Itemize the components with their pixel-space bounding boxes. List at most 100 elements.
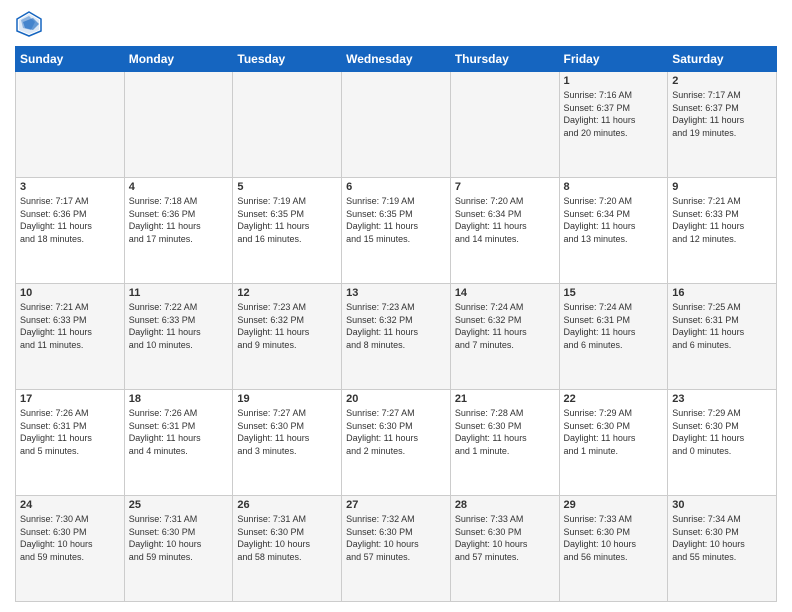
calendar-cell — [450, 72, 559, 178]
calendar-cell: 15 Sunrise: 7:24 AM Sunset: 6:31 PM Dayli… — [559, 284, 668, 390]
day-info: Sunrise: 7:16 AM Sunset: 6:37 PM Dayligh… — [564, 89, 664, 139]
calendar-cell: 20 Sunrise: 7:27 AM Sunset: 6:30 PM Dayli… — [342, 390, 451, 496]
day-number: 28 — [455, 499, 555, 511]
logo — [15, 10, 47, 38]
calendar-cell: 6 Sunrise: 7:19 AM Sunset: 6:35 PM Daylig… — [342, 178, 451, 284]
calendar-cell: 28 Sunrise: 7:33 AM Sunset: 6:30 PM Dayli… — [450, 496, 559, 602]
day-info: Sunrise: 7:29 AM Sunset: 6:30 PM Dayligh… — [564, 407, 664, 457]
calendar-header-monday: Monday — [124, 47, 233, 72]
day-info: Sunrise: 7:31 AM Sunset: 6:30 PM Dayligh… — [129, 513, 229, 563]
calendar-cell: 24Sunrise: 7:30 AM Sunset: 6:30 PM Dayli… — [16, 496, 125, 602]
calendar-cell: 30 Sunrise: 7:34 AM Sunset: 6:30 PM Dayli… — [668, 496, 777, 602]
calendar-week-1: 1 Sunrise: 7:16 AM Sunset: 6:37 PM Daylig… — [16, 72, 777, 178]
calendar-cell: 22Sunrise: 7:29 AM Sunset: 6:30 PM Dayli… — [559, 390, 668, 496]
calendar-cell: 18 Sunrise: 7:26 AM Sunset: 6:31 PM Dayli… — [124, 390, 233, 496]
calendar-cell: 26 Sunrise: 7:31 AM Sunset: 6:30 PM Dayli… — [233, 496, 342, 602]
day-number: 19 — [237, 393, 337, 405]
day-number: 8 — [564, 181, 664, 193]
day-number: 30 — [672, 499, 772, 511]
day-number: 12 — [237, 287, 337, 299]
day-number: 23 — [672, 393, 772, 405]
day-number: 27 — [346, 499, 446, 511]
calendar-cell: 16 Sunrise: 7:25 AM Sunset: 6:31 PM Dayli… — [668, 284, 777, 390]
calendar-cell: 12 Sunrise: 7:23 AM Sunset: 6:32 PM Dayli… — [233, 284, 342, 390]
calendar-cell: 27 Sunrise: 7:32 AM Sunset: 6:30 PM Dayli… — [342, 496, 451, 602]
calendar-cell: 9Sunrise: 7:21 AM Sunset: 6:33 PM Daylig… — [668, 178, 777, 284]
day-info: Sunrise: 7:32 AM Sunset: 6:30 PM Dayligh… — [346, 513, 446, 563]
calendar-cell — [233, 72, 342, 178]
calendar-cell — [342, 72, 451, 178]
day-info: Sunrise: 7:33 AM Sunset: 6:30 PM Dayligh… — [564, 513, 664, 563]
calendar-cell: 1 Sunrise: 7:16 AM Sunset: 6:37 PM Daylig… — [559, 72, 668, 178]
day-info: Sunrise: 7:21 AM Sunset: 6:33 PM Dayligh… — [20, 301, 120, 351]
calendar-cell: 4Sunrise: 7:18 AM Sunset: 6:36 PM Daylig… — [124, 178, 233, 284]
calendar-cell: 7 Sunrise: 7:20 AM Sunset: 6:34 PM Daylig… — [450, 178, 559, 284]
day-number: 14 — [455, 287, 555, 299]
calendar-cell: 19 Sunrise: 7:27 AM Sunset: 6:30 PM Dayli… — [233, 390, 342, 496]
day-info: Sunrise: 7:31 AM Sunset: 6:30 PM Dayligh… — [237, 513, 337, 563]
day-info: Sunrise: 7:17 AM Sunset: 6:37 PM Dayligh… — [672, 89, 772, 139]
day-info: Sunrise: 7:27 AM Sunset: 6:30 PM Dayligh… — [346, 407, 446, 457]
day-info: Sunrise: 7:26 AM Sunset: 6:31 PM Dayligh… — [129, 407, 229, 457]
day-number: 5 — [237, 181, 337, 193]
calendar-cell: 3 Sunrise: 7:17 AM Sunset: 6:36 PM Daylig… — [16, 178, 125, 284]
day-info: Sunrise: 7:20 AM Sunset: 6:34 PM Dayligh… — [564, 195, 664, 245]
day-info: Sunrise: 7:24 AM Sunset: 6:31 PM Dayligh… — [564, 301, 664, 351]
day-info: Sunrise: 7:18 AM Sunset: 6:36 PM Dayligh… — [129, 195, 229, 245]
calendar-cell: 23 Sunrise: 7:29 AM Sunset: 6:30 PM Dayli… — [668, 390, 777, 496]
day-info: Sunrise: 7:29 AM Sunset: 6:30 PM Dayligh… — [672, 407, 772, 457]
day-info: Sunrise: 7:23 AM Sunset: 6:32 PM Dayligh… — [346, 301, 446, 351]
day-number: 20 — [346, 393, 446, 405]
day-number: 10 — [20, 287, 120, 299]
day-info: Sunrise: 7:33 AM Sunset: 6:30 PM Dayligh… — [455, 513, 555, 563]
calendar-cell: 2 Sunrise: 7:17 AM Sunset: 6:37 PM Daylig… — [668, 72, 777, 178]
day-number: 1 — [564, 75, 664, 87]
day-number: 9 — [672, 181, 772, 193]
day-info: Sunrise: 7:19 AM Sunset: 6:35 PM Dayligh… — [346, 195, 446, 245]
day-info: Sunrise: 7:23 AM Sunset: 6:32 PM Dayligh… — [237, 301, 337, 351]
calendar-cell: 17Sunrise: 7:26 AM Sunset: 6:31 PM Dayli… — [16, 390, 125, 496]
day-number: 3 — [20, 181, 120, 193]
calendar-cell — [124, 72, 233, 178]
calendar-cell — [16, 72, 125, 178]
day-number: 29 — [564, 499, 664, 511]
day-info: Sunrise: 7:22 AM Sunset: 6:33 PM Dayligh… — [129, 301, 229, 351]
day-number: 7 — [455, 181, 555, 193]
calendar-header-thursday: Thursday — [450, 47, 559, 72]
calendar-week-4: 17 Sunrise: 7:26 AM Sunset: 6:31 PM Dayli… — [16, 390, 777, 496]
day-number: 26 — [237, 499, 337, 511]
day-info: Sunrise: 7:34 AM Sunset: 6:30 PM Dayligh… — [672, 513, 772, 563]
calendar-week-3: 10 Sunrise: 7:21 AM Sunset: 6:33 PM Dayli… — [16, 284, 777, 390]
calendar-header-tuesday: Tuesday — [233, 47, 342, 72]
day-number: 17 — [20, 393, 120, 405]
day-number: 2 — [672, 75, 772, 87]
day-info: Sunrise: 7:17 AM Sunset: 6:36 PM Dayligh… — [20, 195, 120, 245]
calendar-cell: 5 Sunrise: 7:19 AM Sunset: 6:35 PM Daylig… — [233, 178, 342, 284]
day-number: 18 — [129, 393, 229, 405]
day-number: 15 — [564, 287, 664, 299]
calendar-cell: 8 Sunrise: 7:20 AM Sunset: 6:34 PM Daylig… — [559, 178, 668, 284]
calendar-cell: 11Sunrise: 7:22 AM Sunset: 6:33 PM Dayli… — [124, 284, 233, 390]
calendar-table: SundayMondayTuesdayWednesdayThursdayFrid… — [15, 46, 777, 602]
calendar-header-sunday: Sunday — [16, 47, 125, 72]
calendar-cell: 29 Sunrise: 7:33 AM Sunset: 6:30 PM Dayli… — [559, 496, 668, 602]
day-number: 25 — [129, 499, 229, 511]
page: SundayMondayTuesdayWednesdayThursdayFrid… — [0, 0, 792, 612]
calendar-header-row: SundayMondayTuesdayWednesdayThursdayFrid… — [16, 47, 777, 72]
calendar-cell: 21Sunrise: 7:28 AM Sunset: 6:30 PM Dayli… — [450, 390, 559, 496]
calendar-cell: 10 Sunrise: 7:21 AM Sunset: 6:33 PM Dayli… — [16, 284, 125, 390]
calendar-week-5: 24Sunrise: 7:30 AM Sunset: 6:30 PM Dayli… — [16, 496, 777, 602]
calendar-header-saturday: Saturday — [668, 47, 777, 72]
calendar-header-wednesday: Wednesday — [342, 47, 451, 72]
calendar-cell: 25 Sunrise: 7:31 AM Sunset: 6:30 PM Dayli… — [124, 496, 233, 602]
day-number: 13 — [346, 287, 446, 299]
day-number: 6 — [346, 181, 446, 193]
day-number: 16 — [672, 287, 772, 299]
calendar-cell: 14Sunrise: 7:24 AM Sunset: 6:32 PM Dayli… — [450, 284, 559, 390]
day-info: Sunrise: 7:20 AM Sunset: 6:34 PM Dayligh… — [455, 195, 555, 245]
day-info: Sunrise: 7:19 AM Sunset: 6:35 PM Dayligh… — [237, 195, 337, 245]
day-info: Sunrise: 7:25 AM Sunset: 6:31 PM Dayligh… — [672, 301, 772, 351]
day-info: Sunrise: 7:28 AM Sunset: 6:30 PM Dayligh… — [455, 407, 555, 457]
header — [15, 10, 777, 38]
day-info: Sunrise: 7:27 AM Sunset: 6:30 PM Dayligh… — [237, 407, 337, 457]
